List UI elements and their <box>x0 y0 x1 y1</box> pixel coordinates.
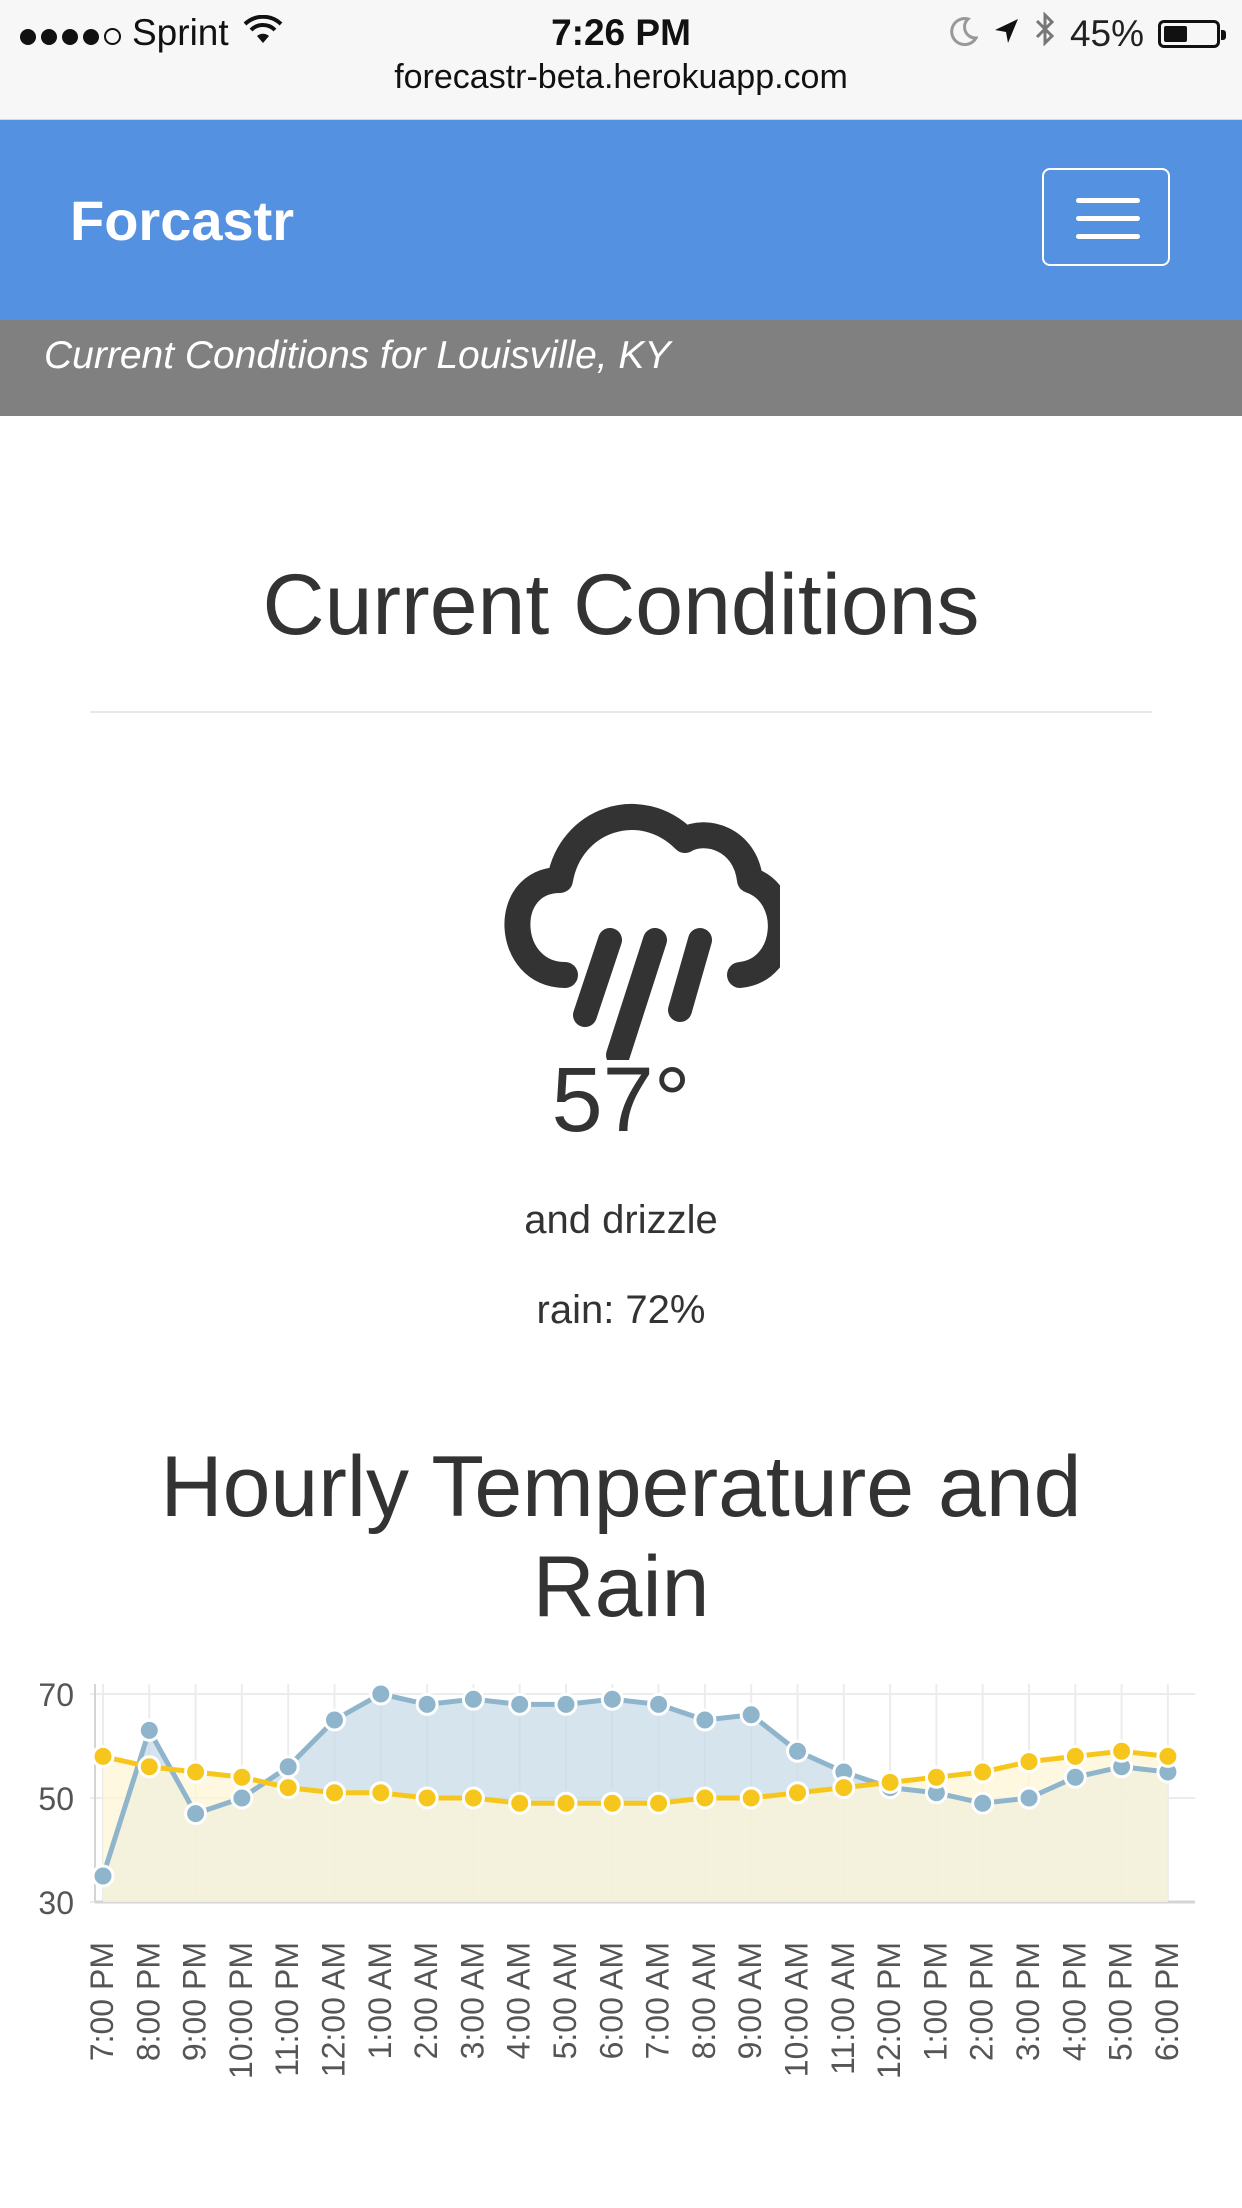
hamburger-icon-bar <box>1076 216 1140 221</box>
rain-chance: rain: 72% <box>536 1288 706 1332</box>
x-tick-label: 12:00 AM <box>316 1942 352 2077</box>
x-tick-label: 5:00 AM <box>547 1942 583 2059</box>
data-point-series-1 <box>184 1760 208 1784</box>
data-point-series-1 <box>600 1791 624 1815</box>
x-tick-label: 9:00 AM <box>732 1942 768 2059</box>
data-point-series-1 <box>924 1765 948 1789</box>
data-point-series-1 <box>276 1776 300 1800</box>
data-point-series-1 <box>1017 1750 1041 1774</box>
x-tick-label: 7:00 AM <box>640 1942 676 2059</box>
data-point-series-0 <box>647 1692 671 1716</box>
x-tick-label: 8:00 AM <box>686 1942 722 2059</box>
rain-cloud-icon <box>504 804 780 1060</box>
data-point-series-1 <box>323 1781 346 1805</box>
data-point-series-0 <box>971 1791 995 1815</box>
x-tick-label: 3:00 PM <box>1010 1942 1046 2061</box>
x-tick-label: 1:00 PM <box>917 1942 953 2061</box>
data-point-series-1 <box>786 1781 809 1805</box>
location-text: Current Conditions for Louisville, KY <box>44 334 671 377</box>
bluetooth-icon <box>1034 11 1056 55</box>
data-point-series-0 <box>1063 1765 1087 1789</box>
x-tick-label: 12:00 PM <box>871 1942 907 2079</box>
x-tick-label: 6:00 AM <box>593 1942 629 2059</box>
data-point-series-0 <box>739 1703 763 1727</box>
hourly-heading-line2: Rain <box>532 1539 710 1635</box>
navbar: Forcastr <box>0 120 1242 320</box>
data-point-series-1 <box>369 1781 393 1805</box>
battery-percent: 45% <box>1069 12 1144 54</box>
data-point-series-1 <box>739 1786 763 1810</box>
divider <box>90 711 1152 713</box>
do-not-disturb-icon <box>950 13 979 55</box>
battery-icon <box>1158 19 1226 48</box>
data-point-series-0 <box>323 1708 346 1732</box>
data-point-series-1 <box>461 1786 485 1810</box>
data-point-series-0 <box>91 1864 115 1888</box>
x-tick-label: 2:00 PM <box>964 1942 1000 2061</box>
current-temperature: 57° <box>551 1049 691 1151</box>
x-tick-label: 4:00 PM <box>1056 1942 1092 2061</box>
x-tick-label: 3:00 AM <box>454 1942 490 2059</box>
x-tick-label: 10:00 AM <box>779 1942 815 2077</box>
data-point-series-1 <box>1110 1739 1134 1763</box>
x-tick-label: 2:00 AM <box>408 1942 444 2059</box>
x-tick-label: 4:00 AM <box>501 1942 537 2059</box>
x-tick-label: 9:00 PM <box>177 1942 213 2061</box>
hourly-temperature-rain-chart: 70 50 30 7:00 PM 8:00 PM 9:00 PM 10:00 PM 11:00… <box>38 1677 1195 2079</box>
data-point-series-1 <box>508 1791 532 1815</box>
y-tick-label: 70 <box>38 1677 74 1713</box>
brand-logo[interactable]: Forcastr <box>70 188 294 253</box>
ios-status-bar: Sprint 7:26 PM 45% forecastr-beta.heroku… <box>0 0 1242 120</box>
data-point-series-1 <box>1063 1744 1087 1768</box>
data-point-series-0 <box>693 1708 717 1732</box>
data-point-series-1 <box>878 1770 902 1794</box>
x-tick-label: 1:00 AM <box>362 1942 398 2059</box>
data-point-series-0 <box>137 1718 161 1742</box>
data-point-series-1 <box>415 1786 439 1810</box>
data-point-series-1 <box>647 1791 671 1815</box>
data-point-series-1 <box>137 1755 161 1779</box>
menu-toggle-button[interactable] <box>1042 168 1170 266</box>
status-indicators: 45% <box>936 11 1226 55</box>
x-tick-label: 8:00 PM <box>130 1942 166 2061</box>
location-banner: Current Conditions for Louisville, KY <box>0 320 1242 416</box>
weather-description: and drizzle <box>524 1198 718 1242</box>
y-tick-label: 30 <box>38 1885 74 1921</box>
data-point-series-1 <box>971 1760 995 1784</box>
x-tick-label: 10:00 PM <box>223 1942 259 2079</box>
data-point-series-0 <box>230 1786 254 1810</box>
data-point-series-1 <box>832 1776 856 1800</box>
data-point-series-0 <box>786 1739 809 1763</box>
x-tick-label: 11:00 AM <box>825 1942 861 2075</box>
data-point-series-0 <box>508 1692 532 1716</box>
current-conditions-heading: Current Conditions <box>262 557 980 653</box>
data-point-series-0 <box>600 1687 624 1711</box>
x-tick-label: 7:00 PM <box>84 1942 120 2061</box>
y-tick-label: 50 <box>38 1781 74 1817</box>
hamburger-icon <box>1076 198 1140 203</box>
data-point-series-1 <box>91 1744 115 1768</box>
data-point-series-0 <box>369 1682 393 1706</box>
x-tick-label: 5:00 PM <box>1103 1942 1139 2061</box>
data-point-series-0 <box>415 1692 439 1716</box>
data-point-series-1 <box>1156 1744 1180 1768</box>
data-point-series-1 <box>554 1791 578 1815</box>
x-tick-label: 6:00 PM <box>1149 1942 1185 2061</box>
address-bar-url[interactable]: forecastr-beta.herokuapp.com <box>0 58 1242 97</box>
data-point-series-0 <box>554 1692 578 1716</box>
data-point-series-0 <box>1017 1786 1041 1810</box>
data-point-series-0 <box>276 1755 300 1779</box>
data-point-series-0 <box>461 1687 485 1711</box>
hamburger-icon-bar <box>1076 234 1140 239</box>
data-point-series-1 <box>693 1786 717 1810</box>
location-arrow-icon <box>992 13 1020 55</box>
data-point-series-0 <box>184 1802 208 1826</box>
data-point-series-1 <box>230 1765 254 1789</box>
hourly-heading-line1: Hourly Temperature and <box>160 1439 1082 1535</box>
x-tick-label: 11:00 PM <box>269 1942 305 2077</box>
